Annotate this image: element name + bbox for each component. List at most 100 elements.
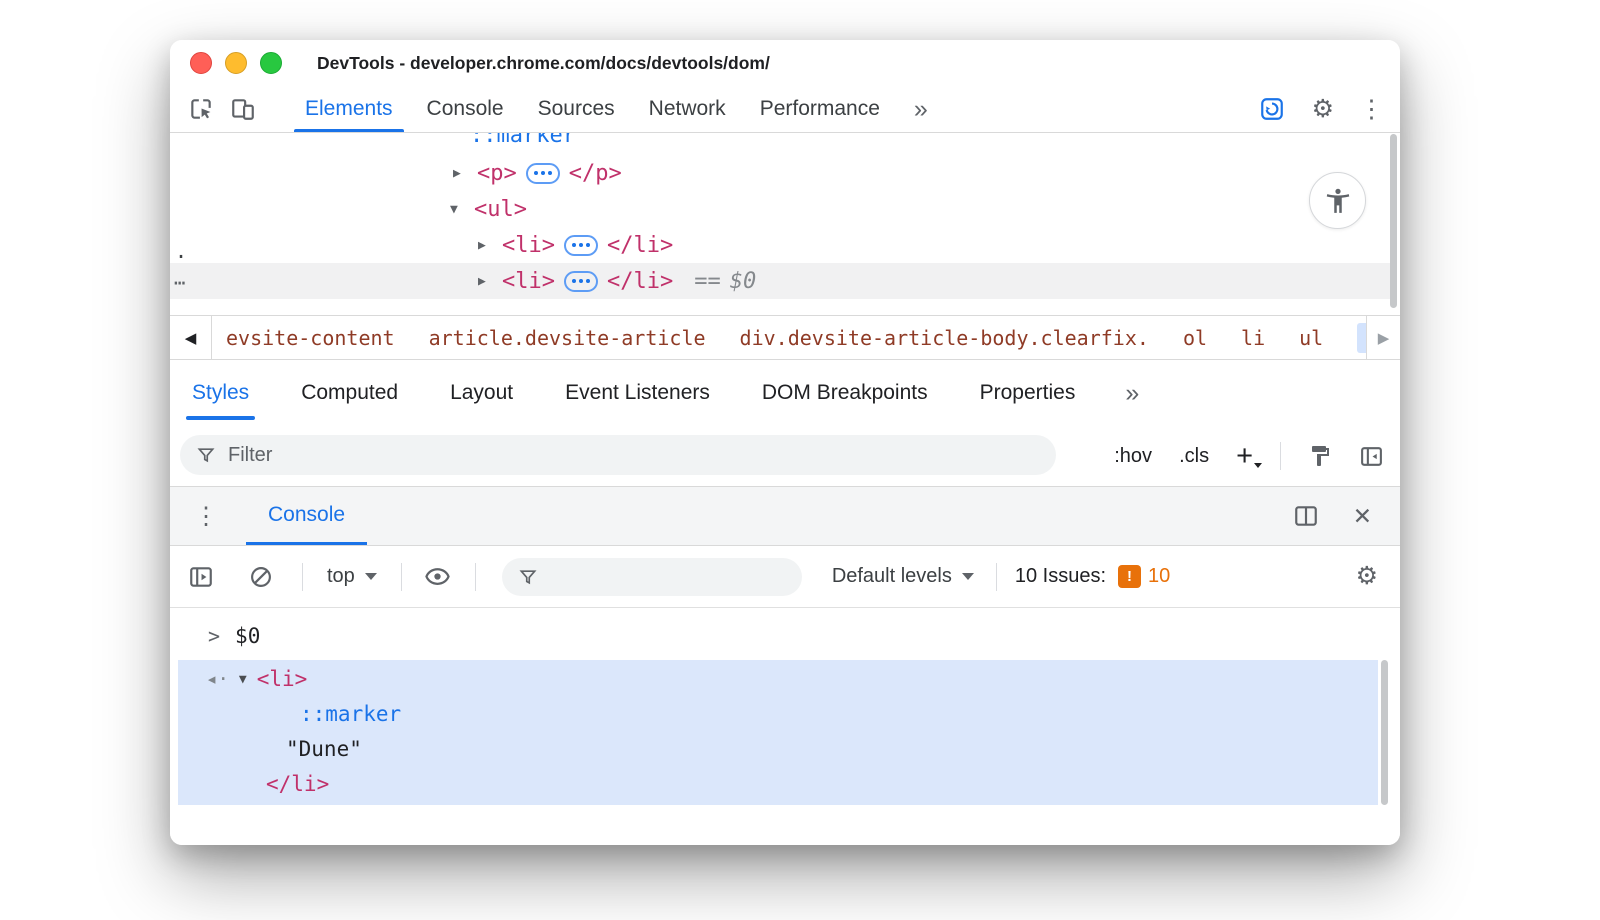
console-echo-row: > $0 bbox=[208, 618, 260, 654]
console-scrollbar[interactable] bbox=[1381, 660, 1388, 805]
tab-network-label: Network bbox=[649, 97, 726, 121]
styles-pane-tabs: Styles Computed Layout Event Listeners D… bbox=[170, 360, 1400, 426]
breadcrumb-item-li[interactable]: li bbox=[1241, 326, 1265, 350]
breadcrumb-item-article[interactable]: article.devsite-article bbox=[429, 326, 706, 350]
collapsed-content-icon[interactable] bbox=[564, 235, 598, 256]
collapse-arrow-icon[interactable]: ▼ bbox=[450, 202, 465, 217]
console-settings-gear-icon[interactable]: ⚙ bbox=[1356, 564, 1378, 589]
breadcrumb-item-devsite-content[interactable]: evsite-content bbox=[226, 326, 395, 350]
chevron-left-icon: ◀ bbox=[185, 329, 197, 347]
tab-event-listeners[interactable]: Event Listeners bbox=[563, 360, 712, 426]
more-panels-button[interactable]: » bbox=[897, 86, 945, 132]
tab-computed[interactable]: Computed bbox=[299, 360, 400, 426]
tab-console[interactable]: Console bbox=[410, 86, 521, 132]
tab-event-listeners-label: Event Listeners bbox=[565, 381, 710, 405]
tree-node-p[interactable]: ▶ <p> </p> bbox=[453, 155, 622, 191]
minimize-window-button[interactable] bbox=[225, 52, 247, 74]
drawer-kebab-menu-icon[interactable]: ⋮ bbox=[184, 487, 228, 545]
filter-funnel-icon bbox=[196, 445, 216, 465]
console-filter-input[interactable] bbox=[550, 565, 815, 588]
log-levels-selector[interactable]: Default levels bbox=[832, 565, 974, 588]
divider bbox=[1280, 442, 1281, 470]
breadcrumb-item-div[interactable]: div.devsite-article-body.clearfix. bbox=[740, 326, 1149, 350]
close-window-button[interactable] bbox=[190, 52, 212, 74]
breadcrumb: evsite-content article.devsite-article d… bbox=[212, 316, 1366, 359]
collapsed-content-icon[interactable] bbox=[526, 163, 560, 184]
panel-tabs: Elements Console Sources Network Perform… bbox=[288, 86, 945, 132]
inspect-element-icon[interactable] bbox=[186, 86, 216, 132]
tab-dom-breakpoints[interactable]: DOM Breakpoints bbox=[760, 360, 930, 426]
window-title: DevTools - developer.chrome.com/docs/dev… bbox=[317, 53, 770, 74]
extension-sync-icon[interactable] bbox=[1257, 96, 1287, 122]
expand-arrow-icon[interactable]: ▶ bbox=[478, 274, 493, 289]
settings-gear-icon[interactable]: ⚙ bbox=[1312, 97, 1334, 122]
dock-sidebar-icon[interactable] bbox=[1359, 444, 1384, 469]
divider bbox=[996, 563, 997, 591]
tab-elements[interactable]: Elements bbox=[288, 86, 410, 132]
toolbar-right-group: ⚙ ⋮ bbox=[1257, 86, 1400, 132]
collapse-arrow-icon[interactable]: ▼ bbox=[239, 662, 247, 697]
console-context-selector[interactable]: top bbox=[327, 565, 377, 588]
element-classes-button[interactable]: .cls bbox=[1179, 445, 1209, 468]
split-panel-icon[interactable] bbox=[1293, 503, 1319, 529]
collapsed-content-icon[interactable] bbox=[564, 271, 598, 292]
breadcrumb-item-ol[interactable]: ol bbox=[1183, 326, 1207, 350]
issues-counter[interactable]: 10 Issues: ! 10 bbox=[1015, 565, 1170, 588]
styles-filter-row: :hov .cls + bbox=[170, 426, 1400, 486]
close-tag: </li> bbox=[607, 269, 673, 294]
tab-layout[interactable]: Layout bbox=[448, 360, 515, 426]
console-context-label: top bbox=[327, 565, 355, 588]
tab-properties-label: Properties bbox=[980, 381, 1076, 405]
log-levels-label: Default levels bbox=[832, 565, 952, 588]
expand-arrow-icon[interactable]: ▶ bbox=[453, 166, 468, 181]
console-filter[interactable] bbox=[502, 558, 802, 596]
breadcrumb-forward-button[interactable]: ▶ bbox=[1366, 316, 1400, 359]
zoom-window-button[interactable] bbox=[260, 52, 282, 74]
drawer-right-buttons: ✕ bbox=[1293, 487, 1400, 545]
tree-node-li[interactable]: ▶ <li> </li> bbox=[478, 227, 673, 263]
elements-scrollbar[interactable] bbox=[1390, 134, 1397, 308]
accessibility-button[interactable] bbox=[1309, 172, 1366, 229]
window-titlebar: DevTools - developer.chrome.com/docs/dev… bbox=[170, 40, 1400, 86]
styles-filter-input[interactable] bbox=[228, 444, 1056, 467]
tab-performance[interactable]: Performance bbox=[743, 86, 897, 132]
kebab-menu-icon[interactable]: ⋮ bbox=[1359, 97, 1384, 122]
devtools-toolbar: Elements Console Sources Network Perform… bbox=[170, 86, 1400, 133]
clear-console-icon[interactable] bbox=[248, 564, 274, 590]
tab-network[interactable]: Network bbox=[632, 86, 743, 132]
console-sidebar-icon[interactable] bbox=[188, 564, 214, 590]
tab-sources[interactable]: Sources bbox=[521, 86, 632, 132]
new-style-rule-button[interactable]: + bbox=[1236, 442, 1253, 471]
console-result-selected[interactable]: ◂· ▼ <li> ::marker "Dune" </li> bbox=[178, 660, 1378, 805]
open-tag: <li> bbox=[257, 662, 308, 697]
styles-filter[interactable] bbox=[180, 435, 1056, 475]
breadcrumb-item-li-selected[interactable]: li bbox=[1357, 323, 1366, 353]
gutter-dot: . bbox=[175, 233, 187, 269]
equals-sign: == bbox=[694, 269, 721, 294]
open-tag: <li> bbox=[502, 233, 555, 258]
tree-node-li-selected[interactable]: ▶ <li> </li> == $0 bbox=[478, 263, 756, 299]
live-expression-eye-icon[interactable] bbox=[424, 563, 451, 590]
tree-node-ul[interactable]: ▼ <ul> bbox=[450, 191, 527, 227]
breadcrumb-back-button[interactable]: ◀ bbox=[170, 316, 212, 359]
paint-brush-icon[interactable] bbox=[1308, 444, 1332, 468]
toggle-element-state-button[interactable]: :hov bbox=[1114, 445, 1152, 468]
new-style-rule-caret-icon bbox=[1254, 463, 1262, 468]
tab-computed-label: Computed bbox=[301, 381, 398, 405]
tab-console-drawer[interactable]: Console bbox=[246, 487, 367, 545]
console-variable-badge: $0 bbox=[730, 269, 757, 294]
tab-properties[interactable]: Properties bbox=[978, 360, 1078, 426]
console-drawer-header: ⋮ Console ✕ bbox=[170, 486, 1400, 546]
tab-styles[interactable]: Styles bbox=[190, 360, 251, 426]
accessibility-person-icon bbox=[1323, 186, 1353, 216]
clipped-marker-node[interactable]: ::marker bbox=[470, 133, 576, 150]
more-style-tabs-button[interactable]: » bbox=[1125, 360, 1139, 426]
chevron-double-right-icon: » bbox=[1125, 379, 1139, 408]
close-drawer-icon[interactable]: ✕ bbox=[1353, 503, 1372, 530]
device-toolbar-icon[interactable] bbox=[228, 86, 258, 132]
chevron-down-icon bbox=[962, 573, 974, 580]
expand-arrow-icon[interactable]: ▶ bbox=[478, 238, 493, 253]
styles-toolbar-buttons: :hov .cls + bbox=[1114, 426, 1384, 486]
prompt-chevron-icon: > bbox=[208, 624, 220, 648]
breadcrumb-item-ul[interactable]: ul bbox=[1299, 326, 1323, 350]
